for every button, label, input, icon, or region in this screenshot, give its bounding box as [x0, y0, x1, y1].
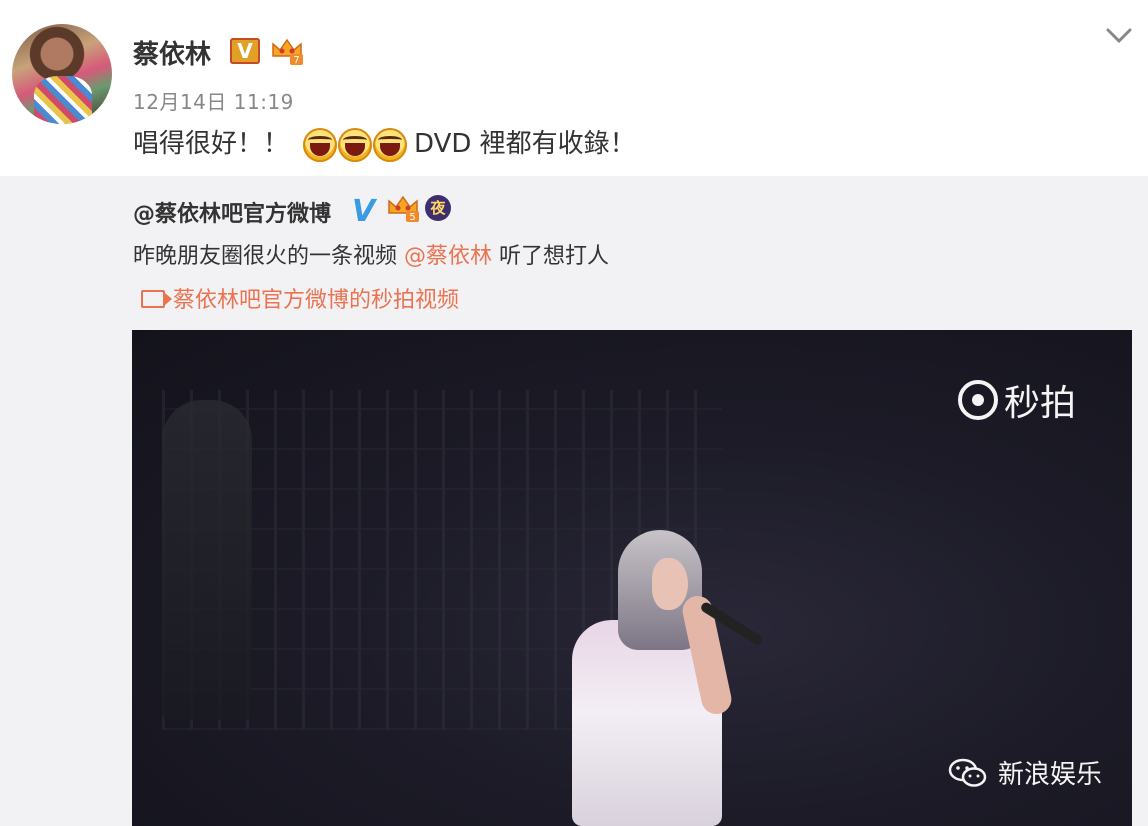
post-text: 唱得很好！！ DVD 裡都有收錄！: [133, 123, 636, 162]
post-text-after: DVD 裡都有收錄！: [414, 129, 636, 159]
miaopai-icon: [958, 380, 998, 420]
mention-link[interactable]: @蔡依林: [404, 244, 492, 269]
video-camera-icon: [141, 290, 172, 308]
chevron-down-icon[interactable]: [1106, 26, 1132, 46]
wechat-icon: [948, 758, 987, 787]
vip-crown-icon: 7: [272, 38, 303, 66]
vip-level: 7: [293, 55, 299, 66]
miaopai-logo: 秒拍: [958, 374, 1076, 426]
avatar-image: [34, 76, 92, 124]
laugh-emoji-icon: [303, 127, 338, 162]
verified-v-icon: V: [230, 38, 260, 64]
video-link-label: 蔡依林吧官方微博的秒拍视频: [173, 288, 460, 313]
video-link[interactable]: 蔡依林吧官方微博的秒拍视频: [141, 282, 459, 314]
weibo-post: 蔡依林 V 7 12月14日 11:19 唱得很好！！ DVD 裡都有收錄！: [0, 0, 1148, 176]
singer-face: [652, 558, 688, 610]
verified-blue-v-icon: V: [352, 194, 376, 229]
repost-author-link[interactable]: @蔡依林吧官方微博: [133, 196, 331, 228]
post-author-name[interactable]: 蔡依林: [133, 34, 211, 71]
emoji-group: [303, 127, 408, 162]
repost-text: 昨晚朋友圈很火的一条视频 @蔡依林 听了想打人: [133, 238, 609, 270]
sina-ent-watermark: 新浪娱乐: [948, 754, 1102, 791]
stage-musician: [162, 400, 252, 720]
night-badge-icon: 夜: [425, 195, 451, 221]
repost-text-main: 昨晚朋友圈很火的一条视频: [133, 244, 404, 269]
post-text-before: 唱得很好！！: [133, 129, 290, 159]
laugh-emoji-icon: [373, 127, 408, 162]
watermark-text: 新浪娱乐: [998, 760, 1103, 790]
video-player[interactable]: 秒拍 新浪娱乐: [132, 330, 1132, 826]
vip-level: 5: [409, 212, 415, 223]
repost-text-after: 听了想打人: [492, 244, 610, 269]
laugh-emoji-icon: [338, 127, 373, 162]
post-timestamp[interactable]: 12月14日 11:19: [133, 86, 294, 115]
vip-crown-icon: 5: [388, 195, 419, 223]
miaopai-brand: 秒拍: [1004, 383, 1077, 424]
avatar[interactable]: [12, 24, 112, 124]
